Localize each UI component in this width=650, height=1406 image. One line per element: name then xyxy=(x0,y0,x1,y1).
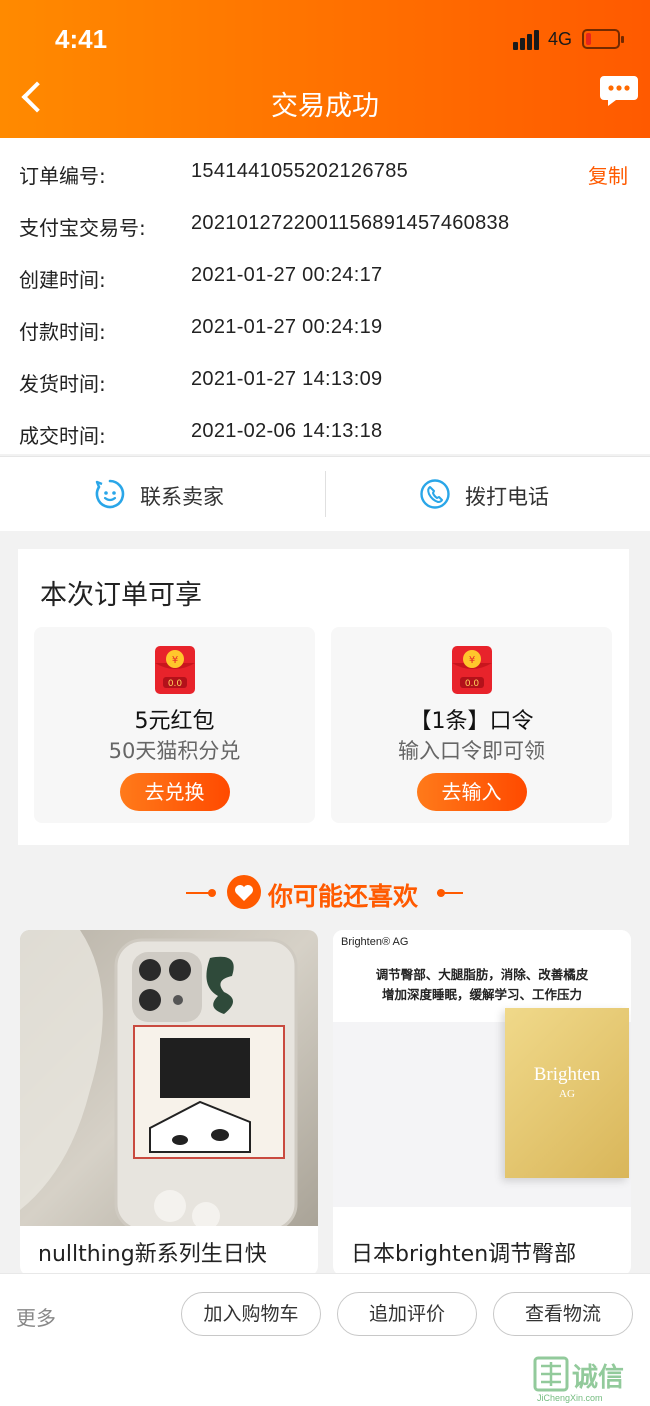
info-label: 创建时间: xyxy=(19,268,106,292)
shipped-time-row: 发货时间: 2021-01-27 14:13:09 xyxy=(0,356,650,408)
product-box: Brighten AG xyxy=(505,1008,629,1178)
copy-button[interactable]: 复制 xyxy=(588,160,628,189)
svg-text:0.0: 0.0 xyxy=(464,679,479,689)
completed-time-value: 2021-02-06 14:13:18 xyxy=(191,420,383,442)
watermark-url: JiChengXin.com xyxy=(537,1393,603,1403)
benefits-title: 本次订单可享 xyxy=(40,580,202,611)
network-type: 4G xyxy=(548,29,573,49)
box-brand-text: Brighten xyxy=(533,1064,601,1085)
watermark-text: 诚信 xyxy=(572,1363,625,1393)
product-title: 日本brighten调节臀部 xyxy=(351,1242,577,1267)
status-bar: 4:41 4G xyxy=(0,22,650,58)
page-title: 交易成功 xyxy=(271,91,379,122)
benefit-item: ¥ 0.0 5元红包 50天猫积分兑 去兑换 xyxy=(34,627,315,823)
red-packet-icon: ¥ 0.0 xyxy=(154,646,195,694)
svg-text:¥: ¥ xyxy=(468,655,474,666)
brand-label: Brighten® AG xyxy=(341,936,409,948)
enter-code-button[interactable]: 去输入 xyxy=(416,773,527,811)
benefit-subtitle: 输入口令即可领 xyxy=(398,739,545,763)
svg-text:¥: ¥ xyxy=(171,655,177,666)
signal-icon xyxy=(513,30,541,50)
product-image: Brighten® AG 调节臀部、大腿脂肪，消除、改善橘皮 增加深度睡眠，缓解… xyxy=(333,930,631,1226)
view-logistics-button[interactable]: 查看物流 xyxy=(493,1292,633,1336)
product-card[interactable]: Brighten® AG 调节臀部、大腿脂肪，消除、改善橘皮 增加深度睡眠，缓解… xyxy=(333,930,631,1276)
decor-dot xyxy=(208,889,216,897)
chat-more-icon[interactable] xyxy=(600,72,638,110)
info-label: 支付宝交易号: xyxy=(19,216,146,240)
alipay-trade-row: 支付宝交易号: 2021012722001156891457460838 xyxy=(0,200,650,252)
order-number-value: 1541441055202126785 xyxy=(191,160,409,182)
benefits-card: 本次订单可享 ¥ 0.0 5元红包 50天猫积分兑 去兑换 ¥ 0.0 【1条】… xyxy=(18,549,629,845)
alipay-trade-value: 2021012722001156891457460838 xyxy=(191,212,510,234)
contact-seller-button[interactable]: 联系卖家 xyxy=(0,457,325,532)
recommend-title: 你可能还喜欢 xyxy=(268,882,419,911)
svg-text:0.0: 0.0 xyxy=(167,679,182,689)
add-to-cart-button[interactable]: 加入购物车 xyxy=(181,1292,321,1336)
chat-face-icon xyxy=(95,479,125,509)
phone-case-illustration xyxy=(20,930,298,1226)
info-label: 订单编号: xyxy=(19,164,106,188)
app-header: 4:41 4G 交易成功 xyxy=(0,0,650,138)
status-time: 4:41 xyxy=(55,24,108,54)
benefit-subtitle: 50天猫积分兑 xyxy=(108,739,241,763)
info-label: 发货时间: xyxy=(19,372,106,396)
box-sub-text: AG xyxy=(559,1088,575,1100)
recommend-header: 你可能还喜欢 xyxy=(0,870,650,916)
product-headline-1: 调节臀部、大腿脂肪，消除、改善橘皮 xyxy=(375,967,589,982)
red-packet-icon: ¥ 0.0 xyxy=(451,646,492,694)
paid-time-row: 付款时间: 2021-01-27 00:24:19 xyxy=(0,304,650,356)
decor-line xyxy=(437,892,463,894)
product-title: nullthing新系列生日快 xyxy=(38,1242,267,1267)
call-phone-label: 拨打电话 xyxy=(465,485,549,509)
call-phone-button[interactable]: 拨打电话 xyxy=(325,457,650,532)
heart-icon xyxy=(227,875,261,909)
benefit-item: ¥ 0.0 【1条】口令 输入口令即可领 去输入 xyxy=(331,627,612,823)
created-time-row: 创建时间: 2021-01-27 00:24:17 xyxy=(0,252,650,304)
shipped-time-value: 2021-01-27 14:13:09 xyxy=(191,368,383,390)
contact-seller-label: 联系卖家 xyxy=(140,485,224,509)
paid-time-value: 2021-01-27 00:24:19 xyxy=(191,316,383,338)
order-info-section: 订单编号: 1541441055202126785 复制 支付宝交易号: 202… xyxy=(0,138,650,454)
benefit-title: 5元红包 xyxy=(134,709,215,734)
add-review-button[interactable]: 追加评价 xyxy=(337,1292,477,1336)
product-headline-2: 增加深度睡眠，缓解学习、工作压力 xyxy=(381,987,582,1002)
phone-icon xyxy=(420,479,450,509)
info-label: 付款时间: xyxy=(19,320,106,344)
info-label: 成交时间: xyxy=(19,424,106,448)
benefit-title: 【1条】口令 xyxy=(409,709,534,734)
more-button[interactable]: 更多 xyxy=(16,1302,56,1331)
order-number-row: 订单编号: 1541441055202126785 复制 xyxy=(0,148,650,200)
product-card[interactable]: nullthing新系列生日快 xyxy=(20,930,318,1276)
battery-icon xyxy=(582,29,624,49)
product-image xyxy=(20,930,318,1226)
completed-time-row: 成交时间: 2021-02-06 14:13:18 xyxy=(0,408,650,460)
created-time-value: 2021-01-27 00:24:17 xyxy=(191,264,383,286)
contact-bar: 联系卖家 拨打电话 xyxy=(0,456,650,531)
redeem-button[interactable]: 去兑换 xyxy=(119,773,230,811)
